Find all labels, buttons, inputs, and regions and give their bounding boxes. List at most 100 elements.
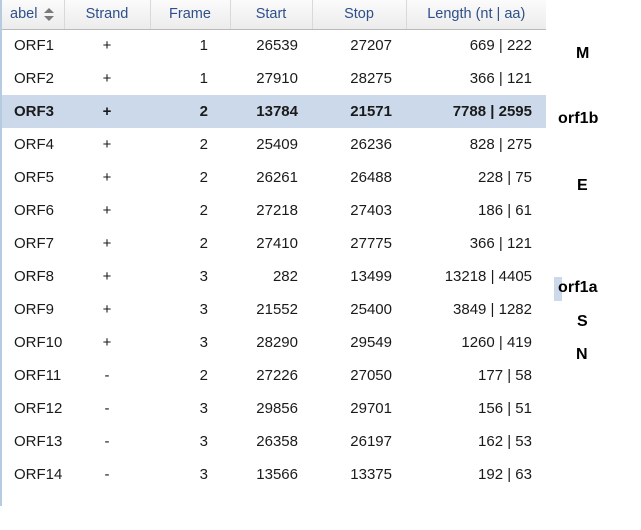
cell-start: 282 (272, 268, 298, 285)
cell-label: ORF3 (2, 95, 64, 128)
orf-finder-results-panel: abel Strand Frame Start Stop Length (nt … (0, 0, 641, 530)
column-header-frame[interactable]: Frame (150, 0, 231, 30)
cell-length: 192 | 63 (478, 466, 532, 483)
cell-label: ORF12 (14, 400, 63, 417)
cell-strand: - (104, 367, 110, 384)
gene-label: orf1b (558, 110, 599, 127)
cell-start: 27226 (256, 367, 298, 384)
table-header-row: abel Strand Frame Start Stop Length (nt … (2, 0, 546, 30)
cell-length: 186 | 61 (478, 202, 532, 219)
cell-stop: 28275 (350, 70, 392, 87)
cell-length: 228 | 75 (478, 169, 532, 186)
cell-strand: - (104, 466, 110, 483)
cell-strand: - (104, 433, 110, 450)
cell-strand: + (102, 70, 112, 87)
table-row[interactable]: ORF8 +3 282 13499 13218 | 4405 (2, 260, 546, 293)
cell-length: 366 | 121 (469, 235, 532, 252)
cell-frame: 3 (199, 433, 208, 450)
column-header-label[interactable]: abel (2, 0, 65, 30)
cell-strand: + (64, 95, 150, 128)
table-row[interactable]: ORF14 - 3 13566 13375 192 | 63 (2, 458, 546, 491)
gene-label: S (577, 313, 588, 330)
gene-label: M (576, 45, 590, 62)
cell-frame: 2 (150, 95, 230, 128)
table-row[interactable]: ORF7 +2 27410 27775 366 | 121 (2, 227, 546, 260)
cell-stop: 27775 (350, 235, 392, 252)
cell-start: 27410 (256, 235, 298, 252)
cell-length: 13218 | 4405 (444, 268, 532, 285)
cell-strand: + (102, 334, 112, 351)
table-row[interactable]: ORF5 +2 26261 26488 228 | 75 (2, 161, 546, 194)
column-header-length[interactable]: Length (nt | aa) (406, 0, 546, 30)
cell-length: 1260 | 419 (461, 334, 532, 351)
column-header-strand[interactable]: Strand (64, 0, 151, 30)
cell-length: 366 | 121 (469, 70, 532, 87)
cell-stop: 26236 (350, 136, 392, 153)
orf-results-table: abel Strand Frame Start Stop Length (nt … (2, 0, 546, 491)
column-header-start[interactable]: Start (230, 0, 313, 30)
cell-start: 29856 (256, 400, 298, 417)
cell-start: 13784 (230, 95, 312, 128)
table-row[interactable]: ORF9 +3 21552 25400 3849 | 1282 (2, 293, 546, 326)
table-row[interactable]: ORF4 +2 25409 26236 828 | 275 (2, 128, 546, 161)
cell-strand: - (104, 400, 110, 417)
cell-strand: + (102, 202, 112, 219)
cell-label: ORF6 (14, 202, 55, 219)
cell-stop: 25400 (350, 301, 392, 318)
column-header-stop[interactable]: Stop (312, 0, 407, 30)
cell-stop: 29701 (350, 400, 392, 417)
table-row[interactable]: ORF6 +2 27218 27403 186 | 61 (2, 194, 546, 227)
cell-frame: 2 (199, 202, 208, 219)
cell-stop: 27050 (350, 367, 392, 384)
cell-stop: 27207 (350, 37, 392, 55)
cell-strand: + (102, 169, 112, 186)
cell-length: 177 | 58 (478, 367, 532, 384)
column-header-strand-text: Strand (85, 6, 129, 23)
cell-start: 25409 (256, 136, 298, 153)
cell-frame: 2 (199, 235, 208, 252)
gene-label: N (576, 346, 588, 363)
cell-frame: 3 (199, 466, 208, 483)
cell-frame: 1 (199, 37, 208, 55)
cell-start: 28290 (256, 334, 298, 351)
table-row[interactable]: ORF3 +2 13784 21571 7788 | 2595 (2, 95, 546, 128)
sort-both-icon[interactable] (44, 7, 55, 21)
column-header-start-text: Start (255, 6, 287, 23)
table-row[interactable]: ORF11 - 2 27226 27050 177 | 58 (2, 359, 546, 392)
cell-stop: 29549 (350, 334, 392, 351)
cell-start: 13566 (256, 466, 298, 483)
cell-frame: 3 (199, 268, 208, 285)
cell-strand: + (102, 268, 112, 285)
cell-frame: 3 (199, 334, 208, 351)
cell-label: ORF7 (14, 235, 55, 252)
gene-annotation-column: Morf1b Eorf1a S N (546, 0, 641, 530)
cell-label: ORF11 (14, 367, 62, 384)
cell-start: 26358 (256, 433, 298, 450)
cell-stop: 27403 (350, 202, 392, 219)
table-body: ORF1 +1 26539 27207 669 | 222 ORF2 +1 27910 2827… (2, 29, 546, 491)
cell-label: ORF8 (14, 268, 55, 285)
cell-frame: 2 (199, 367, 208, 384)
cell-label: ORF1 (14, 37, 55, 55)
cell-length: 3849 | 1282 (453, 301, 532, 318)
cell-frame: 2 (199, 136, 208, 153)
cell-stop: 26488 (350, 169, 392, 186)
table-row[interactable]: ORF12 - 3 29856 29701 156 | 51 (2, 392, 546, 425)
cell-start: 27218 (256, 202, 298, 219)
cell-label: ORF2 (14, 70, 55, 87)
cell-strand: + (102, 235, 112, 252)
cell-label: ORF14 (14, 466, 63, 483)
table-row[interactable]: ORF13 - 3 26358 26197 162 | 53 (2, 425, 546, 458)
cell-label: ORF9 (14, 301, 55, 318)
cell-length: 669 | 222 (469, 37, 532, 55)
cell-stop: 26197 (350, 433, 392, 450)
table-row[interactable]: ORF10 +3 28290 29549 1260 | 419 (2, 326, 546, 359)
cell-start: 27910 (256, 70, 298, 87)
cell-label: ORF13 (14, 433, 63, 450)
cell-length: 162 | 53 (478, 433, 532, 450)
table-row[interactable]: ORF2 +1 27910 28275 366 | 121 (2, 62, 546, 95)
cell-length: 7788 | 2595 (406, 95, 546, 128)
cell-start: 26261 (256, 169, 298, 186)
column-header-stop-text: Stop (344, 6, 374, 23)
table-row[interactable]: ORF1 +1 26539 27207 669 | 222 (2, 29, 546, 62)
